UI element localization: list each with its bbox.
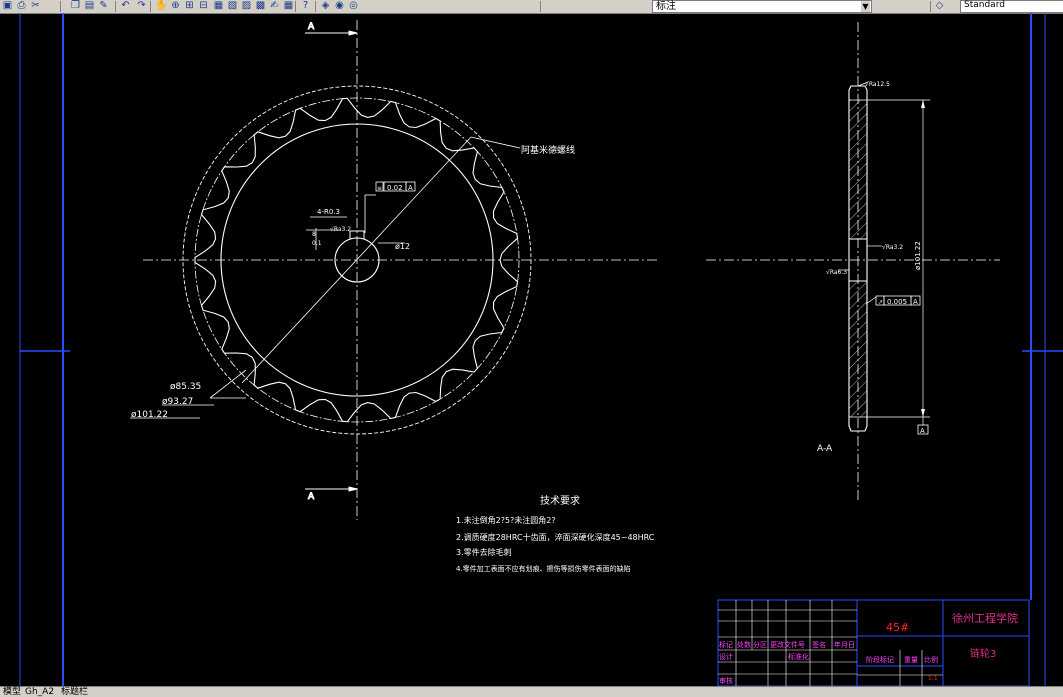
design-center-icon[interactable]: ▧ (227, 1, 238, 11)
print-icon[interactable]: ⎙ (16, 1, 27, 11)
section-label-bottom: A (308, 492, 315, 502)
paste-icon[interactable]: ▤ (84, 1, 95, 11)
tolerance-right-datum: A (913, 298, 918, 306)
tech-title: 技术要求 (540, 494, 580, 507)
dim-small-a: 8 (312, 231, 316, 238)
dim-hub-finish: √Ra3.2 (882, 244, 903, 251)
text-style-icon[interactable]: ◇ (934, 1, 945, 11)
section-label-top: A (308, 22, 315, 32)
undo-icon[interactable]: ↶ (120, 1, 131, 11)
tolerance-right-symbol: ↗ (878, 299, 883, 306)
markup-icon[interactable]: ✍ (269, 1, 280, 11)
layer-dropdown-value: 标注 (656, 1, 676, 12)
rev-header-mark: 标记 (719, 640, 733, 649)
properties-icon[interactable]: ▦ (213, 1, 224, 11)
dim-vertical: ø101.22 (914, 241, 922, 270)
title-block: 45# 徐州工程学院 链轮3 标记 处数 分区 更改文件号 签名 年月日 设计 … (717, 599, 1030, 686)
center-lines (143, 20, 1000, 520)
dim-outer-dia: ø101.22 (131, 410, 168, 420)
cut-icon[interactable]: ✂ (30, 1, 41, 11)
tech-line-3: 3.零件去除毛刺 (456, 547, 512, 557)
layer-previous-icon[interactable]: ◎ (348, 1, 359, 11)
toolbar-separator (115, 1, 116, 12)
layout-tabs: 模型 Gh_A2 标题栏 (0, 686, 1063, 697)
dim-surface-left: √Ra3.2 (330, 226, 351, 233)
weight-label: 重量 (904, 656, 918, 664)
save-icon[interactable]: ▣ (2, 1, 13, 11)
dim-small-b: 0.1 (312, 240, 322, 247)
zoom-previous-icon[interactable]: ⊟ (198, 1, 209, 11)
tolerance-symbol: ≡ (377, 185, 382, 192)
standard-toolbar: ▣ ⎙ ✂ ❐ ▤ ✎ ↶ ↷ ✋ ⊕ ⊞ ⊟ ▦ ▧ ▨ ▩ ✍ ▦? ◈ ◉ ◎ ◇ 标注 ▼ Standard (0, 0, 1063, 14)
dim-side-finish: √Ra6.3 (826, 269, 847, 276)
sheet-set-icon[interactable]: ▩ (255, 1, 266, 11)
tolerance-right-value: 0.005 (887, 298, 907, 306)
school-name: 徐州工程学院 (952, 611, 1018, 625)
row-design: 设计 (719, 652, 733, 661)
rev-header-sign: 签名 (812, 640, 826, 649)
layer-dropdown[interactable]: 标注 ▼ (652, 0, 872, 13)
pan-icon[interactable]: ✋ (155, 1, 167, 11)
toolbar-separator (60, 1, 61, 12)
layer-state-icon[interactable]: ◉ (334, 1, 345, 11)
toolbar-separator (930, 1, 931, 12)
material-label: 45# (886, 621, 909, 634)
rev-header-doc: 更改文件号 (770, 640, 805, 649)
tech-line-1: 1.未注倒角2?5?未注圆角2? (456, 515, 556, 525)
rev-header-count: 处数 (737, 640, 751, 649)
toolbar-separator (315, 1, 316, 12)
dim-root-dia: ø85.35 (170, 382, 201, 392)
dim-bore: ø12 (395, 242, 410, 251)
scale-value: 1:1 (928, 675, 938, 682)
dim-pitch-dia: ø93.27 (162, 397, 193, 407)
tech-line-4: 4.零件加工表面不应有划痕、擦伤等损伤零件表面的缺陷 (456, 564, 631, 573)
technical-requirements: 技术要求 1.未注倒角2?5?未注圆角2? 2.调质硬度28HRC十齿面，淬面深… (456, 494, 655, 573)
row-standard: 标准化 (788, 652, 809, 661)
toolbar-separator (295, 1, 296, 12)
zoom-realtime-icon[interactable]: ⊕ (170, 1, 181, 11)
row-review: 审核 (719, 676, 733, 685)
layer-manager-icon[interactable]: ◈ (320, 1, 331, 11)
section-view-label: A-A (817, 444, 833, 454)
drawing-canvas[interactable]: A A 阿基米德螺线 ≡ 0.02 A 4-R0.3 8 0.1 √Ra3.2 … (0, 13, 1063, 686)
tolerance-left-value: 0.02 (387, 184, 403, 192)
tech-line-2: 2.调质硬度28HRC十齿面，淬面深硬化深度45~48HRC (456, 532, 655, 542)
part-name: 链轮3 (970, 647, 996, 660)
scale-label: 比例 (924, 655, 938, 664)
zoom-window-icon[interactable]: ⊞ (184, 1, 195, 11)
calculator-icon[interactable]: ▦ (283, 1, 294, 11)
help-icon[interactable]: ? (300, 1, 311, 11)
text-style-dropdown[interactable]: Standard (960, 0, 1063, 13)
copy-icon[interactable]: ❐ (70, 1, 81, 11)
toolbar-separator (150, 1, 151, 12)
toolbar-separator (540, 1, 541, 12)
section-view-text: √Ra12.5 √Ra3.2 √Ra6.3 ø101.22 ↗ 0.005 A … (817, 81, 925, 454)
chevron-down-icon[interactable]: ▼ (861, 1, 870, 12)
redo-icon[interactable]: ↷ (136, 1, 147, 11)
dim-face-finish: √Ra12.5 (865, 81, 890, 88)
section-markers: A A (305, 22, 358, 503)
match-properties-icon[interactable]: ✎ (98, 1, 109, 11)
drawing-frame (19, 13, 1063, 686)
tool-palettes-icon[interactable]: ▨ (241, 1, 252, 11)
stage-mark: 阶段标记 (866, 655, 894, 664)
tolerance-left-datum: A (408, 184, 413, 192)
rev-header-zone: 分区 (753, 640, 767, 649)
dim-keyway: 4-R0.3 (317, 208, 340, 216)
leader-note: 阿基米德螺线 (521, 144, 575, 156)
text-style-value: Standard (964, 0, 1005, 10)
front-view-dimensions (130, 136, 521, 419)
datum-box-label: A (920, 427, 925, 435)
rev-header-date: 年月日 (834, 640, 855, 649)
